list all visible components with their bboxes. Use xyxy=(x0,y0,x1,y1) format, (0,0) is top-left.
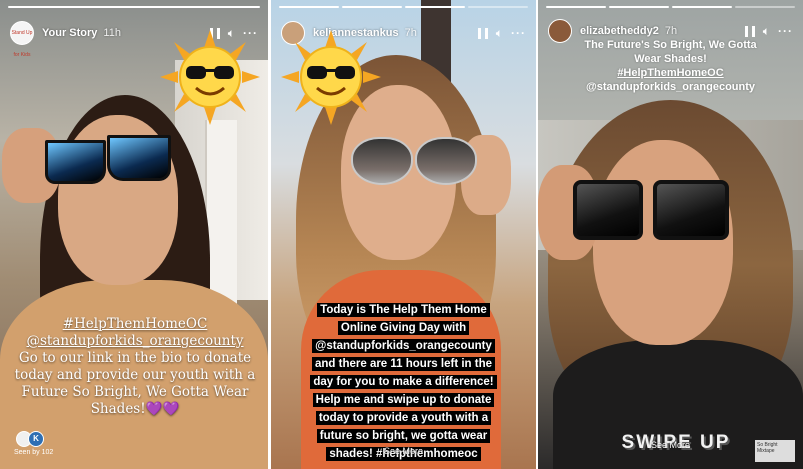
see-more-link[interactable]: See More xyxy=(643,440,698,450)
story-caption: #HelpThemHomeOC @standupforkids_orangeco… xyxy=(14,316,256,418)
lens-left xyxy=(351,137,413,185)
story-progress xyxy=(279,6,528,8)
caption-hashtag[interactable]: #HelpThemHomeOC xyxy=(558,66,783,80)
pause-icon[interactable] xyxy=(744,25,755,37)
viewer-avatars[interactable]: K xyxy=(16,431,44,447)
timestamp: 7h xyxy=(404,27,417,39)
caption-line: Today is The Help Them Home xyxy=(317,303,490,317)
username[interactable]: elizabetheddy2 xyxy=(580,25,659,37)
pause-icon[interactable] xyxy=(477,27,488,39)
caption-line: and there are 11 hours left in the xyxy=(311,357,496,371)
story-controls: 🔈︎ ··· xyxy=(477,26,526,40)
sun-sticker xyxy=(160,30,260,125)
sun-sticker xyxy=(281,30,381,125)
lens-right xyxy=(653,180,729,240)
caption-body: Go to our link in the bio to donate toda… xyxy=(14,350,256,417)
timestamp: 7h xyxy=(664,25,678,37)
caption-hearts: 💜💜 xyxy=(145,401,180,417)
see-more-label: See More xyxy=(650,440,691,450)
timestamp: 11h xyxy=(103,27,121,39)
progress-segment xyxy=(405,6,465,8)
story-caption: Today is The Help Them Home Online Givin… xyxy=(281,301,526,463)
caption-mention[interactable]: @standupforkids_orangecounty xyxy=(14,333,256,350)
sunglasses xyxy=(45,135,171,185)
sunglasses xyxy=(351,135,481,185)
story-progress xyxy=(546,6,795,8)
progress-segment xyxy=(735,6,795,8)
caption-line: The Future's So Bright, We Gotta xyxy=(584,39,757,51)
caption-line: today to provide a youth with a xyxy=(315,411,492,425)
story-controls: 🔈︎ ··· xyxy=(744,24,793,38)
music-sticker[interactable]: So Bright Mixtape xyxy=(755,440,795,462)
story-caption: The Future's So Bright, We Gotta Wear Sh… xyxy=(558,38,783,94)
progress-segment xyxy=(342,6,402,8)
progress-segment xyxy=(8,6,260,8)
lens-left xyxy=(573,180,643,240)
seen-by-count[interactable]: Seen by 102 xyxy=(14,449,53,456)
progress-segment xyxy=(546,6,606,8)
viewer-avatar: K xyxy=(28,431,44,447)
caption-line: Wear Shades! xyxy=(634,53,707,65)
volume-icon[interactable]: 🔈︎ xyxy=(763,25,770,37)
progress-segment xyxy=(609,6,669,8)
story-panel-elizabetheddy2[interactable]: elizabetheddy2 7h 🔈︎ ··· The Future's So… xyxy=(538,0,803,469)
caption-line: Online Giving Day with xyxy=(337,321,470,335)
lens-left xyxy=(45,140,106,184)
progress-segment xyxy=(468,6,528,8)
progress-segment xyxy=(672,6,732,8)
avatar[interactable]: Stand Up for Kids xyxy=(10,21,34,58)
caption-mention[interactable]: @standupforkids_orangecounty xyxy=(312,339,495,353)
progress-segment xyxy=(279,6,339,8)
see-more-link[interactable]: See More xyxy=(376,446,431,456)
more-icon[interactable]: ··· xyxy=(778,24,793,38)
story-progress xyxy=(8,6,260,8)
caption-line: future so bright, we gotta wear xyxy=(316,429,491,443)
caption-mention[interactable]: @standupforkids_orangecounty xyxy=(558,80,783,94)
caption-line: day for you to make a difference! xyxy=(310,375,497,389)
caption-hashtag[interactable]: #HelpThemHomeOC xyxy=(14,316,256,333)
sunglasses xyxy=(573,180,733,240)
see-more-label: See More xyxy=(383,446,424,456)
more-icon[interactable]: ··· xyxy=(511,26,526,40)
person-face xyxy=(593,140,733,345)
lens-right xyxy=(415,137,477,185)
story-panel-your-story[interactable]: Stand Up for Kids Your Story 11h 🔈︎ ··· … xyxy=(0,0,268,469)
username[interactable]: Your Story xyxy=(42,27,97,39)
story-panel-keliannestankus[interactable]: keliannestankus 7h 🔈︎ ··· Today is The H… xyxy=(271,0,536,469)
lens-right xyxy=(107,135,171,181)
music-label: So Bright Mixtape xyxy=(757,442,778,454)
caption-line: Help me and swipe up to donate xyxy=(312,393,495,407)
volume-icon[interactable]: 🔈︎ xyxy=(496,27,503,39)
